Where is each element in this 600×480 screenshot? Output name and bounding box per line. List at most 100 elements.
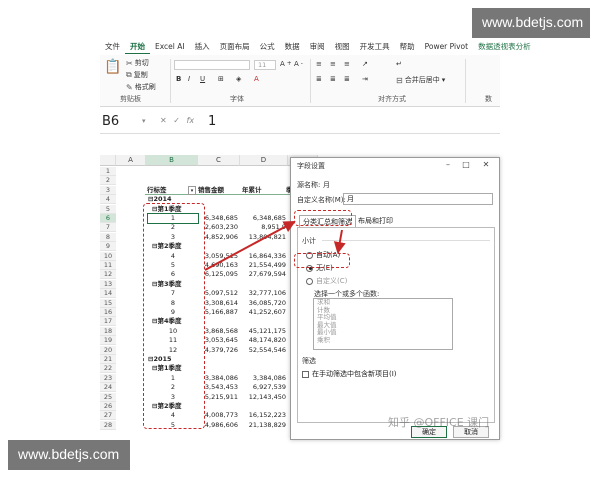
tab-12[interactable]: 数据透视表分析 — [473, 40, 536, 54]
copy-button[interactable]: ⧉ 复制 — [126, 70, 148, 80]
function-item[interactable]: 最小值 — [314, 328, 452, 337]
minimize-icon[interactable]: – — [441, 160, 455, 169]
row-number[interactable]: 3 — [100, 185, 116, 195]
row-number[interactable]: 24 — [100, 383, 116, 393]
align-top-icon[interactable]: ≡ — [316, 60, 322, 68]
align-right-icon[interactable]: ≣ — [344, 75, 350, 83]
cumulative-cell[interactable]: 3,384,086 — [240, 374, 286, 383]
italic-icon[interactable]: I — [188, 75, 190, 83]
cumulative-cell[interactable]: 21,138,829 — [240, 421, 286, 430]
maximize-icon[interactable]: □ — [459, 160, 473, 169]
column-header-D[interactable]: D — [240, 155, 288, 166]
filter-dropdown-icon[interactable]: ▾ — [188, 185, 196, 195]
tab-9[interactable]: 开发工具 — [355, 40, 395, 54]
column-header-B[interactable]: B — [146, 155, 198, 166]
row-number[interactable]: 1 — [100, 167, 116, 176]
format-painter-button[interactable]: ✎ 格式刷 — [126, 82, 156, 92]
font-family-dropdown[interactable] — [174, 60, 250, 70]
row-number[interactable]: 14 — [100, 289, 116, 299]
cumulative-cell[interactable]: 12,143,450 — [240, 393, 286, 402]
close-icon[interactable]: ✕ — [479, 160, 493, 169]
orientation-icon[interactable]: ↗ — [362, 60, 368, 68]
row-number[interactable]: 27 — [100, 411, 116, 421]
cumulative-cell[interactable]: 48,174,820 — [240, 336, 286, 345]
wrap-text-icon[interactable]: ↵ — [396, 60, 402, 68]
row-number[interactable]: 8 — [100, 232, 116, 242]
tab-6[interactable]: 数据 — [280, 40, 305, 54]
tab-7[interactable]: 审阅 — [305, 40, 330, 54]
name-box-chevron-icon[interactable]: ▾ — [142, 117, 146, 125]
paste-icon[interactable]: 📋 — [104, 59, 121, 75]
tab-3[interactable]: 插入 — [190, 40, 215, 54]
cancel-icon[interactable]: ✕ — [160, 116, 167, 125]
cumulative-cell[interactable]: 36,085,720 — [240, 299, 286, 308]
border-icon[interactable]: ⊞ — [218, 75, 224, 83]
confirm-icon[interactable]: ✓ — [173, 116, 180, 125]
function-item[interactable]: 乘积 — [314, 336, 452, 345]
cumulative-cell[interactable]: 8,951,9 — [240, 223, 286, 232]
cumulative-cell[interactable]: 27,679,594 — [240, 270, 286, 279]
merge-center-button[interactable]: ⊟ 合并后居中 ▾ — [396, 75, 445, 85]
row-number[interactable]: 7 — [100, 223, 116, 233]
row-number[interactable]: 13 — [100, 279, 116, 289]
function-list[interactable]: 求和 计数 平均值 最大值 最小值 乘积 — [313, 298, 453, 350]
align-bottom-icon[interactable]: ≡ — [344, 60, 350, 68]
function-item[interactable]: 求和 — [314, 298, 452, 307]
cumulative-cell[interactable]: 16,864,336 — [240, 252, 286, 261]
row-number[interactable]: 16 — [100, 308, 116, 317]
row-number[interactable]: 23 — [100, 373, 116, 383]
tab-layout-print[interactable]: 布局和打印 — [355, 215, 396, 227]
row-number[interactable]: 21 — [100, 355, 116, 364]
cumulative-cell[interactable]: 16,152,223 — [240, 411, 286, 420]
tab-0[interactable]: 文件 — [100, 40, 125, 54]
font-size-dropdown[interactable]: 11 — [254, 60, 276, 70]
cumulative-cell[interactable]: 6,348,685 — [240, 214, 286, 223]
tab-1[interactable]: 开始 — [125, 40, 150, 54]
row-number[interactable]: 22 — [100, 364, 116, 374]
row-number[interactable]: 15 — [100, 298, 116, 308]
tab-5[interactable]: 公式 — [255, 40, 280, 54]
row-number[interactable]: 9 — [100, 242, 116, 252]
row-number[interactable]: 17 — [100, 317, 116, 327]
tab-4[interactable]: 页面布局 — [215, 40, 255, 54]
radio-custom[interactable]: 自定义(C) — [306, 276, 347, 286]
cumulative-cell[interactable]: 45,121,175 — [240, 327, 286, 336]
row-number[interactable]: 26 — [100, 402, 116, 411]
cut-button[interactable]: ✂ 剪切 — [126, 58, 149, 68]
cumulative-cell[interactable]: 52,554,546 — [240, 346, 286, 355]
row-number[interactable]: 28 — [100, 420, 116, 430]
manual-filter-checkbox[interactable]: 在手动筛选中包含新项目(I) — [302, 369, 397, 379]
underline-icon[interactable]: U — [200, 75, 205, 83]
custom-name-input[interactable]: 月 — [343, 193, 493, 205]
align-middle-icon[interactable]: ≡ — [330, 60, 336, 68]
cumulative-cell[interactable]: 32,777,106 — [240, 289, 286, 298]
font-color-icon[interactable]: A — [254, 75, 259, 83]
column-header-A[interactable]: A — [116, 155, 146, 166]
row-number[interactable]: 25 — [100, 392, 116, 402]
row-number[interactable]: 5 — [100, 204, 116, 214]
row-number[interactable]: 11 — [100, 261, 116, 270]
column-header-C[interactable]: C — [198, 155, 240, 166]
bold-icon[interactable]: B — [176, 75, 181, 83]
row-number[interactable]: 19 — [100, 336, 116, 346]
tab-10[interactable]: 帮助 — [395, 40, 420, 54]
select-all-corner[interactable] — [100, 155, 116, 166]
indent-icon[interactable]: ⇥ — [362, 75, 368, 83]
row-number[interactable]: 18 — [100, 326, 116, 336]
formula-input[interactable]: 1 — [208, 113, 216, 131]
row-number[interactable]: 2 — [100, 176, 116, 186]
row-number[interactable]: 20 — [100, 345, 116, 355]
fx-icon[interactable]: fx — [187, 116, 195, 125]
cumulative-cell[interactable]: 41,252,607 — [240, 308, 286, 317]
row-number[interactable]: 6 — [100, 214, 116, 223]
row-number[interactable]: 10 — [100, 251, 116, 261]
tab-11[interactable]: Power Pivot — [420, 40, 473, 54]
tab-8[interactable]: 视图 — [330, 40, 355, 54]
row-number[interactable]: 12 — [100, 270, 116, 280]
cumulative-cell[interactable]: 13,804,821 — [240, 233, 286, 242]
decrease-font-icon[interactable]: A- — [294, 60, 303, 68]
row-number[interactable]: 4 — [100, 195, 116, 205]
align-left-icon[interactable]: ≣ — [316, 75, 322, 83]
tab-2[interactable]: Excel AI — [150, 40, 190, 54]
fill-color-icon[interactable]: ◈ — [236, 75, 241, 83]
